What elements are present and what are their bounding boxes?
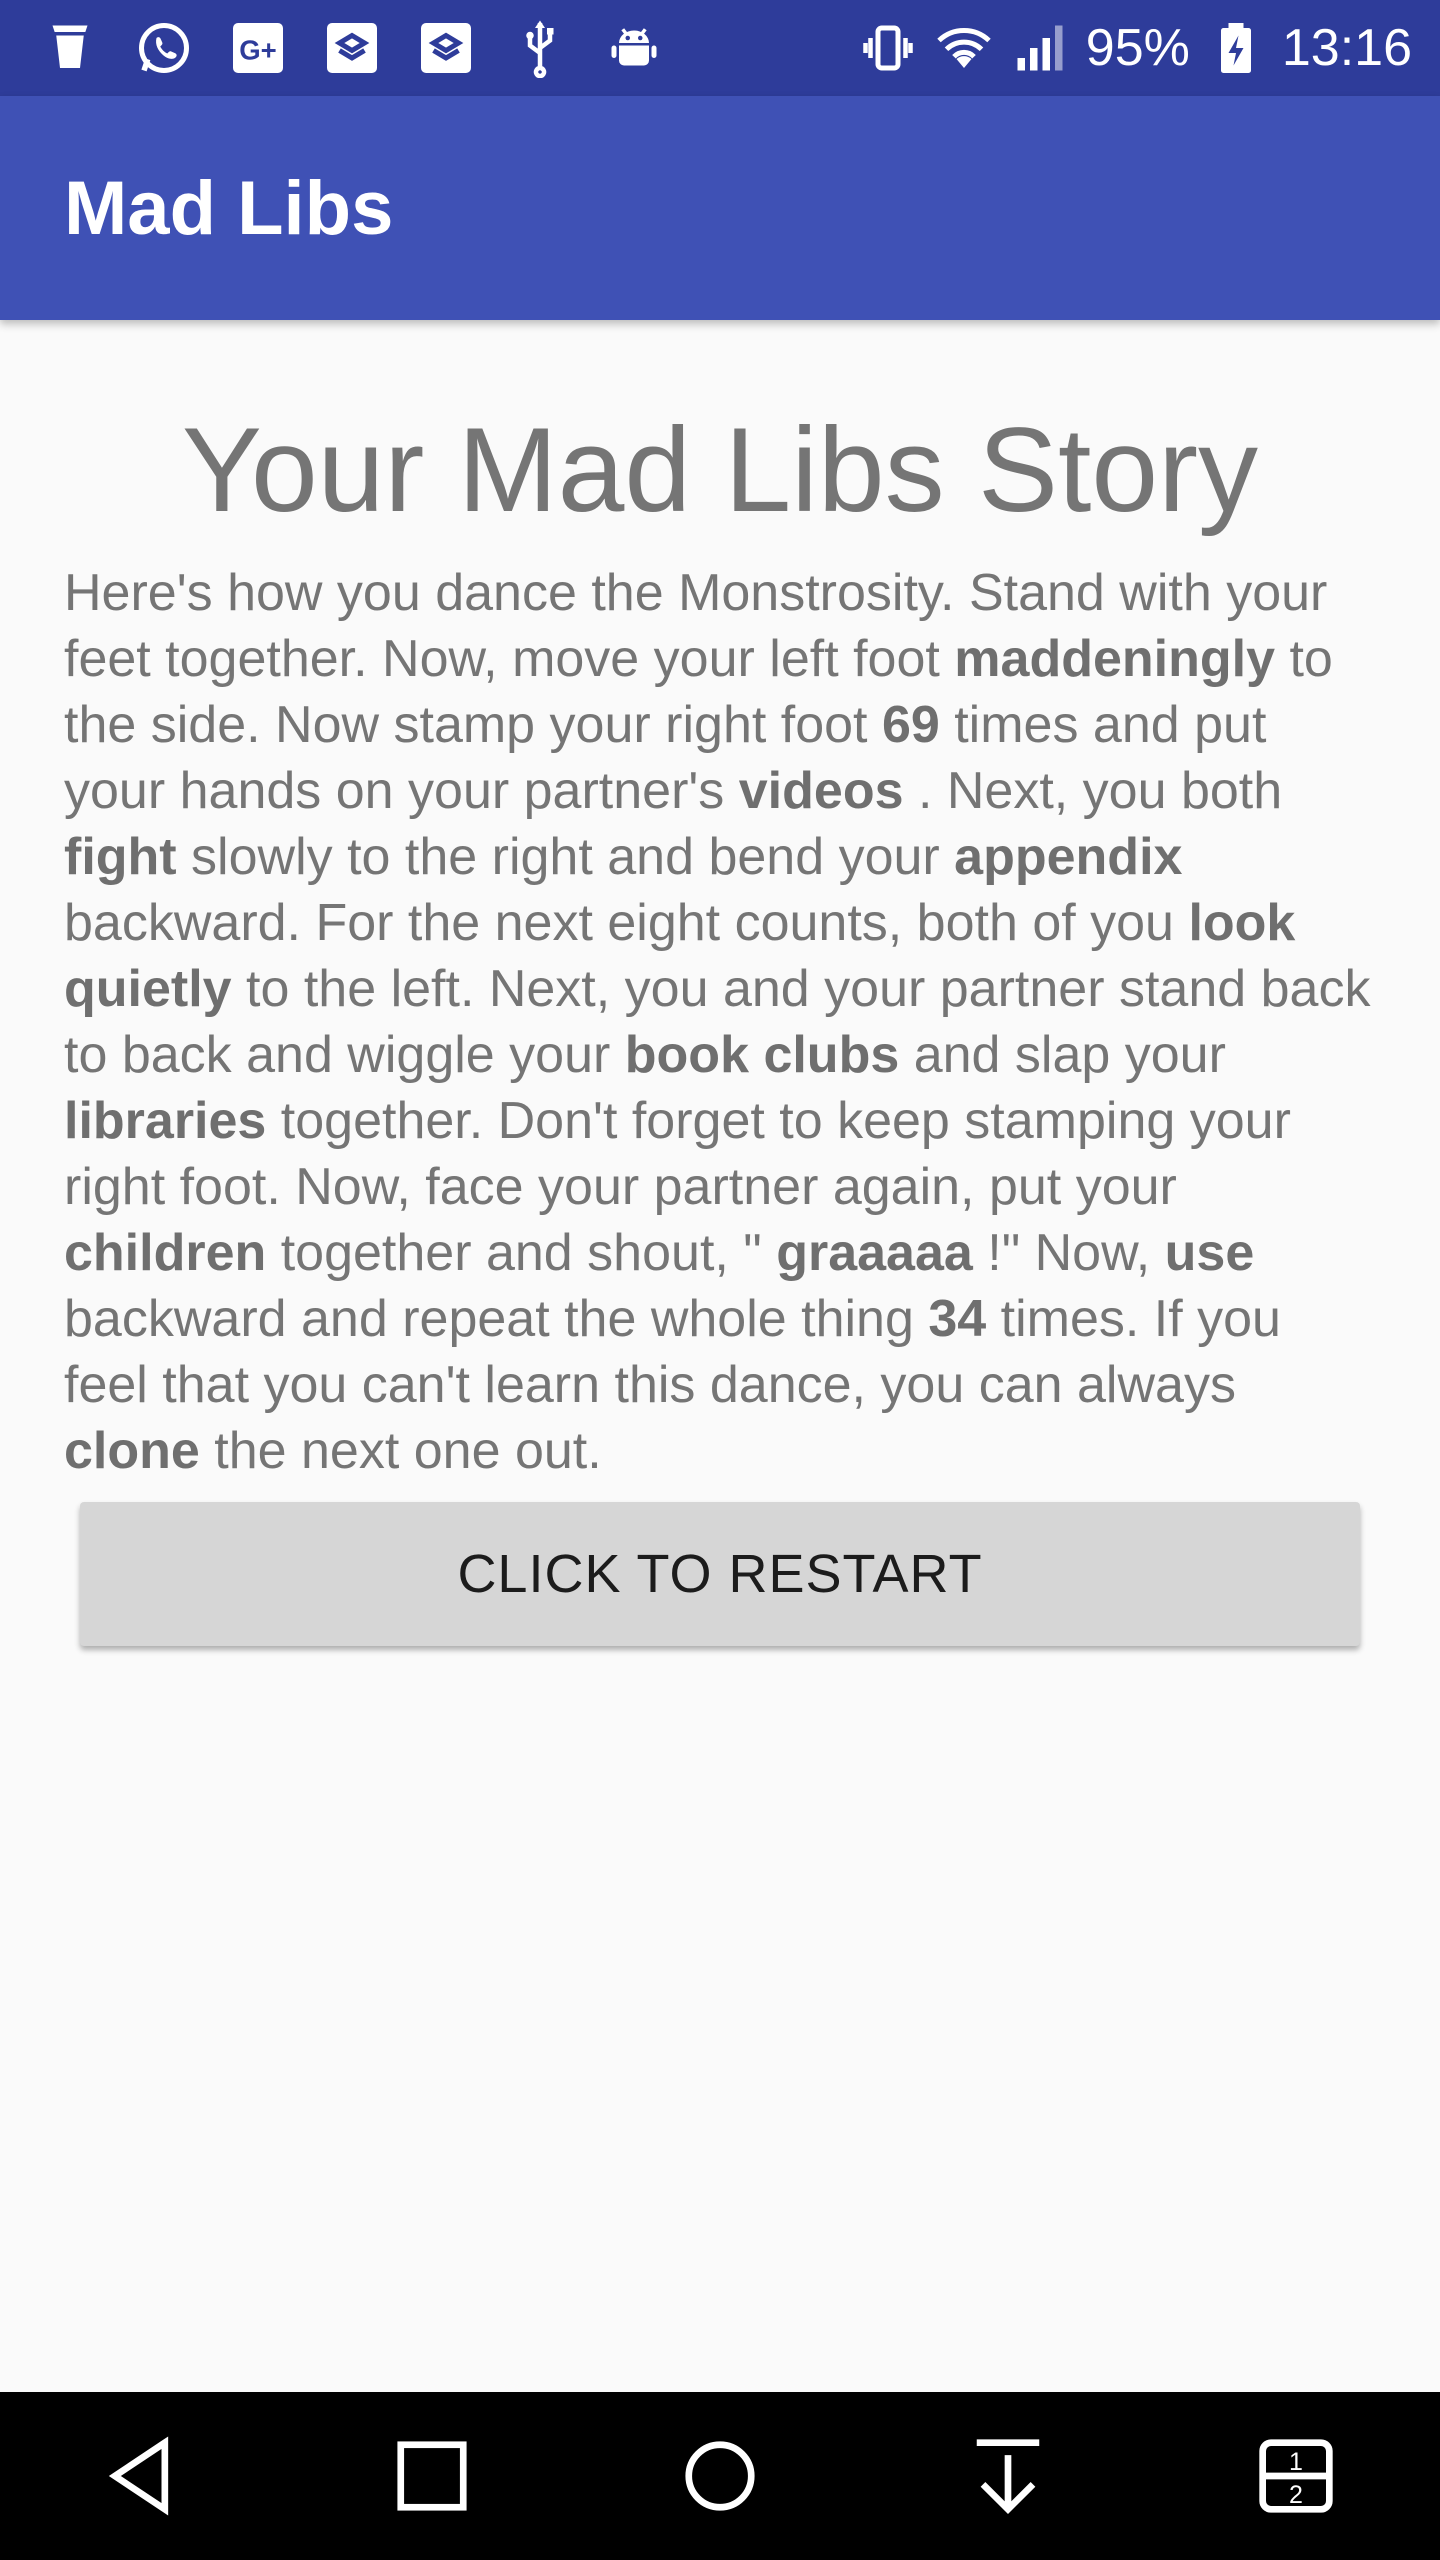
usb-icon bbox=[510, 18, 570, 78]
story-filled-word: children bbox=[64, 1224, 267, 1282]
story-text-segment: . Next, you both bbox=[903, 762, 1283, 820]
story-filled-word: videos bbox=[738, 762, 904, 820]
svg-text:1: 1 bbox=[1289, 2448, 1303, 2476]
google-plus-icon: G+ bbox=[228, 18, 288, 78]
story-filled-word: appendix bbox=[954, 828, 1183, 886]
whatsapp-icon bbox=[134, 18, 194, 78]
status-bar-system: 95% 13:16 bbox=[858, 0, 1412, 96]
story-filled-word: clone bbox=[64, 1422, 200, 1480]
story-filled-word: 34 bbox=[928, 1290, 987, 1348]
shopping-bag-icon bbox=[322, 18, 382, 78]
app-bar: Mad Libs bbox=[0, 96, 1440, 320]
story-filled-word: fight bbox=[64, 828, 177, 886]
status-bar-notifications: G+ bbox=[40, 0, 664, 96]
story-text-segment: backward. For the next eight counts, bot… bbox=[64, 894, 1189, 952]
svg-text:2: 2 bbox=[1289, 2481, 1303, 2509]
story-filled-word: book clubs bbox=[624, 1026, 900, 1084]
story-text: Here's how you dance the Monstrosity. St… bbox=[64, 560, 1376, 1484]
story-filled-word: graaaaa bbox=[776, 1224, 973, 1282]
story-filled-word: use bbox=[1164, 1224, 1255, 1282]
notification-cup-icon bbox=[40, 18, 100, 78]
battery-charging-icon bbox=[1206, 18, 1266, 78]
status-bar: G+ 95% 13:16 bbox=[0, 0, 1440, 96]
navigation-bar: 12 bbox=[0, 2392, 1440, 2560]
story-text-segment: backward and repeat the whole thing bbox=[64, 1290, 929, 1348]
notification-pull-down-icon[interactable] bbox=[948, 2416, 1068, 2536]
story-text-segment: !" Now, bbox=[972, 1224, 1165, 1282]
story-filled-word: maddeningly bbox=[954, 630, 1275, 688]
app-title: Mad Libs bbox=[64, 165, 394, 251]
shopping-bag-icon bbox=[416, 18, 476, 78]
restart-button[interactable]: CLICK TO RESTART bbox=[80, 1502, 1360, 1646]
svg-text:G+: G+ bbox=[239, 34, 276, 65]
cell-signal-icon bbox=[1010, 18, 1070, 78]
android-icon bbox=[604, 18, 664, 78]
story-text-segment: the next one out. bbox=[199, 1422, 602, 1480]
story-container: Your Mad Libs Story Here's how you dance… bbox=[64, 380, 1376, 1484]
story-text-segment: together and shout, " bbox=[266, 1224, 777, 1282]
status-time: 13:16 bbox=[1281, 19, 1412, 77]
story-filled-word: 69 bbox=[881, 696, 940, 754]
story-text-segment: slowly to the right and bend your bbox=[176, 828, 955, 886]
story-heading: Your Mad Libs Story bbox=[181, 403, 1259, 537]
vibrate-icon bbox=[858, 18, 918, 78]
screen: G+ 95% 13:16 Mad Libs Your Mad Libs Stor… bbox=[0, 0, 1440, 2560]
home-icon[interactable] bbox=[660, 2416, 780, 2536]
story-text-segment: and slap your bbox=[899, 1026, 1226, 1084]
back-icon[interactable] bbox=[84, 2416, 204, 2536]
wifi-icon bbox=[934, 18, 994, 78]
story-filled-word: libraries bbox=[64, 1092, 267, 1150]
recents-icon[interactable] bbox=[372, 2416, 492, 2536]
battery-percentage: 95% bbox=[1085, 19, 1190, 77]
split-screen-icon[interactable]: 12 bbox=[1236, 2416, 1356, 2536]
